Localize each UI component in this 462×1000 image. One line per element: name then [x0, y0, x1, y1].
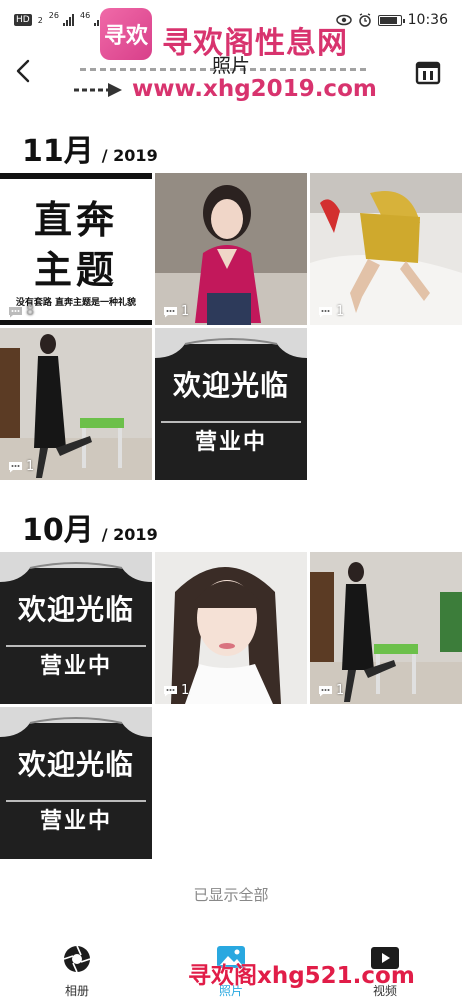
status-left: HD 2 26 46: [14, 10, 106, 26]
comment-icon: [319, 685, 332, 696]
card-top-bar: [0, 173, 152, 179]
month-label: 11月: [22, 134, 94, 169]
comment-count: 1: [163, 683, 189, 698]
eye-comfort-icon: [335, 14, 352, 26]
comment-count: 1: [163, 304, 189, 319]
photo-thumbnail[interactable]: 1: [155, 173, 307, 325]
card-line-1: 直奔: [33, 198, 118, 242]
signal-1-icon: [62, 14, 74, 26]
watermark-bottom: 寻欢阁xhg521.com: [188, 963, 415, 989]
nav-label: 相册: [64, 984, 89, 998]
month-label: 10月: [22, 513, 94, 548]
photo-image: [155, 552, 307, 704]
sign-board-image: [0, 717, 152, 859]
nav-item-albums[interactable]: 相册: [27, 940, 127, 1000]
year-label: / 2019: [101, 525, 158, 544]
comment-count: 1: [318, 683, 344, 698]
comment-icon: [164, 306, 177, 317]
network-1-label: 26: [48, 10, 59, 20]
status-right: 10:36: [335, 12, 448, 28]
photo-thumbnail[interactable]: 1: [310, 173, 462, 325]
card-line-2: 主题: [33, 248, 118, 292]
signal-2-icon: [94, 14, 106, 26]
photo-thumbnail[interactable]: 欢迎光临 营业中: [155, 328, 307, 480]
all-shown-note: 已显示全部: [193, 886, 269, 904]
battery-icon: [377, 14, 405, 26]
sign-board-image: [0, 562, 152, 704]
comment-icon: [319, 306, 332, 317]
comment-count-value: 1: [336, 683, 345, 698]
comment-count: 1: [8, 459, 34, 474]
sign-line-2: 营业中: [39, 809, 112, 834]
page-title: 照片: [211, 55, 250, 77]
app-bar: 照片: [0, 46, 462, 96]
comment-count-value: 8: [26, 304, 35, 319]
comment-count-value: 1: [336, 304, 345, 319]
sign-line-1: 欢迎光临: [17, 748, 134, 781]
hd-badge: HD: [14, 14, 32, 26]
alarm-icon: [358, 13, 371, 27]
photo-thumbnail[interactable]: 1: [310, 552, 462, 704]
comment-icon: [164, 685, 177, 696]
photo-thumbnail[interactable]: 欢迎光临 营业中: [0, 552, 152, 704]
photo-thumbnail[interactable]: 1: [155, 552, 307, 704]
photo-image: [155, 173, 307, 325]
sign-line-1: 欢迎光临: [17, 593, 134, 626]
sign-board-image: [155, 338, 307, 480]
hd-badge-text: HD: [16, 15, 30, 25]
comment-count-value: 1: [181, 683, 190, 698]
month-header: 11月 / 2019: [22, 126, 158, 170]
battery-fill: [379, 16, 397, 24]
status-time: 10:36: [407, 12, 448, 28]
year-label: / 2019: [101, 146, 158, 165]
photo-thumbnail[interactable]: 直奔 主题 没有套路 直奔主题是一种礼貌 8: [0, 173, 152, 325]
network-2-label: 46: [79, 10, 91, 20]
sign-line-2: 营业中: [39, 654, 112, 679]
photo-image: [0, 328, 152, 480]
photo-image: [310, 552, 462, 704]
photo-thumbnail[interactable]: 欢迎光临 营业中: [0, 707, 152, 859]
comment-icon: [9, 461, 22, 472]
comment-icon: [9, 306, 22, 317]
calendar-button[interactable]: [414, 58, 442, 86]
photo-thumbnail[interactable]: 1: [0, 328, 152, 480]
comment-count: 1: [318, 304, 344, 319]
comment-count: 8: [8, 304, 34, 319]
card-bottom-bar: [0, 320, 152, 325]
aperture-icon: [63, 945, 91, 973]
photo-image: [310, 173, 462, 325]
comment-count-value: 1: [26, 459, 35, 474]
comment-count-value: 1: [181, 304, 190, 319]
sign-line-1: 欢迎光临: [172, 369, 289, 402]
status-bar: HD 2 26 46 10:36: [0, 0, 462, 40]
month-header: 10月 / 2019: [22, 505, 158, 549]
hd-badge-sub: 2: [37, 15, 43, 25]
calendar-icon: [415, 61, 441, 85]
sign-line-2: 营业中: [194, 430, 267, 455]
